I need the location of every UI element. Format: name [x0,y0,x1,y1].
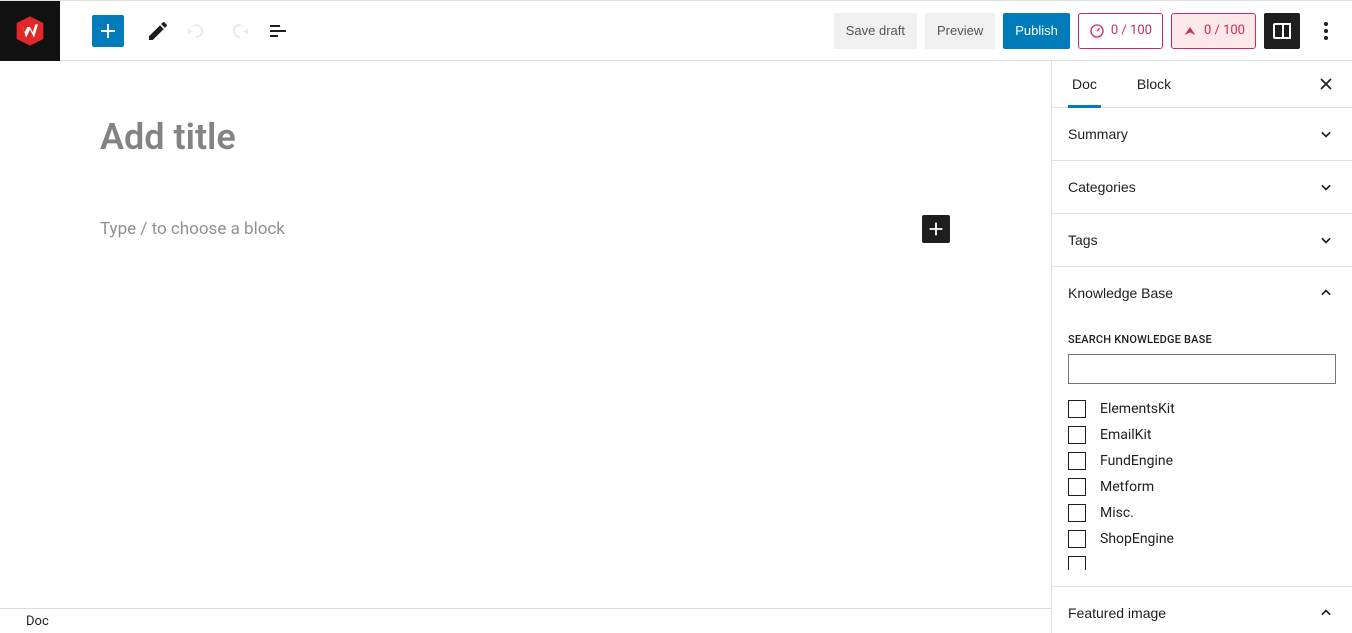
plus-icon [925,218,947,240]
kb-checkbox[interactable] [1068,504,1086,522]
chevron-down-icon [1316,124,1336,144]
publish-button[interactable]: Publish [1003,13,1070,49]
panel-categories-title: Categories [1068,179,1136,195]
post-title-input[interactable]: Add title [100,116,950,159]
chevron-down-icon [1316,230,1336,250]
chevron-up-icon [1316,283,1336,303]
panel-kb-title: Knowledge Base [1068,285,1173,301]
panel-summary-title: Summary [1068,126,1128,142]
panel-summary: Summary [1052,108,1352,161]
kb-checkbox[interactable] [1068,530,1086,548]
outline-icon [266,19,290,43]
topbar-right: Save draft Preview Publish 0 / 100 0 / 1… [834,1,1352,60]
settings-sidebar: Doc Block Summary Categories [1051,61,1352,633]
undo-button[interactable] [180,13,216,49]
sidebar-toggle-button[interactable] [1264,13,1300,49]
panel-kb-toggle[interactable]: Knowledge Base [1052,267,1352,319]
kb-item[interactable] [1068,552,1322,570]
kb-item[interactable]: Misc. [1068,500,1322,526]
default-block-row: Type / to choose a block [100,215,950,243]
seo-score-b[interactable]: 0 / 100 [1171,13,1256,49]
undo-icon [186,19,210,43]
kb-item-label: Metform [1100,479,1154,495]
close-icon [1316,74,1336,94]
more-options-button[interactable] [1308,13,1344,49]
target-icon [1182,23,1198,39]
block-placeholder[interactable]: Type / to choose a block [100,219,922,239]
editor-content: Add title Type / to choose a block [100,61,950,243]
kb-checkbox[interactable] [1068,426,1086,444]
kebab-icon [1314,19,1338,43]
add-block-button[interactable] [92,15,124,47]
panel-summary-toggle[interactable]: Summary [1052,108,1352,160]
panel-knowledge-base: Knowledge Base SEARCH KNOWLEDGE BASE Ele… [1052,267,1352,587]
seo-score-a-value: 0 / 100 [1111,23,1152,38]
tool-icons [140,13,296,49]
kb-list-wrap: ElementsKit EmailKit FundEngine Metform … [1068,396,1336,570]
kb-item-label [1100,557,1103,570]
redo-icon [226,19,250,43]
save-draft-button[interactable]: Save draft [834,13,917,49]
preview-button[interactable]: Preview [925,13,995,49]
app-logo[interactable] [0,1,60,61]
close-sidebar-button[interactable] [1308,66,1344,102]
kb-checkbox[interactable] [1068,478,1086,496]
seo-score-a[interactable]: 0 / 100 [1078,13,1163,49]
kb-item-label: ElementsKit [1100,401,1175,417]
kb-item-label: FundEngine [1100,453,1173,469]
kb-checkbox[interactable] [1068,400,1086,418]
kb-item[interactable]: FundEngine [1068,448,1322,474]
tab-block[interactable]: Block [1129,61,1179,107]
panel-tags-toggle[interactable]: Tags [1052,214,1352,266]
edit-tool-button[interactable] [140,13,176,49]
panel-categories-toggle[interactable]: Categories [1052,161,1352,213]
top-bar: Save draft Preview Publish 0 / 100 0 / 1… [0,0,1352,61]
statusbar: Doc [0,608,1051,633]
redo-button[interactable] [220,13,256,49]
kb-item-label: ShopEngine [1100,531,1174,547]
gauge-icon [1089,23,1105,39]
plus-icon [96,19,120,43]
panel-list: Summary Categories Tags Knowledge Base [1052,108,1352,633]
panel-featured-image-toggle[interactable]: Featured image [1052,587,1352,633]
logo-icon [14,15,46,47]
kb-search-label: SEARCH KNOWLEDGE BASE [1068,333,1336,346]
pencil-icon [146,19,170,43]
breadcrumb[interactable]: Doc [26,614,49,629]
panel-kb-body: SEARCH KNOWLEDGE BASE ElementsKit EmailK… [1052,333,1352,586]
kb-item[interactable]: ShopEngine [1068,526,1322,552]
panel-featured-image: Featured image [1052,587,1352,633]
kb-checkbox[interactable] [1068,556,1086,570]
inline-add-block-button[interactable] [922,215,950,243]
panel-tags: Tags [1052,214,1352,267]
chevron-up-icon [1316,603,1336,623]
kb-item[interactable]: ElementsKit [1068,396,1322,422]
kb-checkbox[interactable] [1068,452,1086,470]
kb-item-label: EmailKit [1100,427,1151,443]
kb-item[interactable]: EmailKit [1068,422,1322,448]
document-outline-button[interactable] [260,13,296,49]
kb-search-input[interactable] [1068,354,1336,384]
kb-item-label: Misc. [1100,505,1134,521]
panel-featured-image-title: Featured image [1068,605,1166,621]
main-area: Add title Type / to choose a block Doc D… [0,61,1352,633]
seo-score-b-value: 0 / 100 [1204,23,1245,38]
panel-categories: Categories [1052,161,1352,214]
kb-item[interactable]: Metform [1068,474,1322,500]
kb-list[interactable]: ElementsKit EmailKit FundEngine Metform … [1068,396,1336,570]
chevron-down-icon [1316,177,1336,197]
tab-doc[interactable]: Doc [1064,61,1105,107]
topbar-left [0,1,296,60]
editor-area: Add title Type / to choose a block Doc [0,61,1051,633]
sidebar-tabs: Doc Block [1052,61,1352,108]
panel-tags-title: Tags [1068,232,1098,248]
sidebar-icon [1270,19,1294,43]
